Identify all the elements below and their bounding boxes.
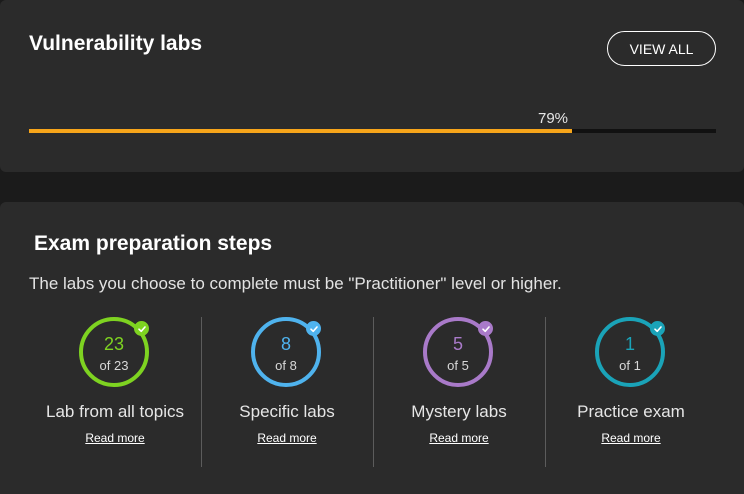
read-more-link[interactable]: Read more xyxy=(29,431,201,445)
step-count: 23 xyxy=(103,334,125,354)
step-specific-labs: 8 of 8 Specific labs Read more xyxy=(201,317,374,467)
step-mystery-labs: 5 of 5 Mystery labs Read more xyxy=(373,317,546,467)
view-all-button[interactable]: VIEW ALL xyxy=(607,31,716,66)
vulnerability-labs-title: Vulnerability labs xyxy=(29,32,203,55)
checkmark-icon xyxy=(650,321,665,336)
step-total: of 1 xyxy=(619,358,641,373)
step-count: 1 xyxy=(624,334,635,354)
checkmark-icon xyxy=(478,321,493,336)
step-label: Mystery labs xyxy=(411,402,507,421)
exam-preparation-title: Exam preparation steps xyxy=(34,232,273,255)
checkmark-icon xyxy=(134,321,149,336)
read-more-link[interactable]: Read more xyxy=(545,431,717,445)
step-label: Specific labs xyxy=(239,402,335,421)
step-total: of 8 xyxy=(275,358,297,373)
progress-percent-label: 79% xyxy=(538,110,569,127)
step-total: of 23 xyxy=(99,358,129,373)
vulnerability-labs-card: Vulnerability labs VIEW ALL 79% xyxy=(0,0,744,172)
step-count: 5 xyxy=(452,334,463,354)
progress-bar-track xyxy=(29,129,716,133)
step-label: Lab from all topics xyxy=(46,402,184,421)
step-lab-from-all-topics: 23 of 23 Lab from all topics Read more xyxy=(29,317,202,467)
read-more-link[interactable]: Read more xyxy=(373,431,545,445)
progress-bar-fill xyxy=(29,129,572,133)
read-more-link[interactable]: Read more xyxy=(201,431,373,445)
exam-preparation-subtitle: The labs you choose to complete must be … xyxy=(29,274,562,293)
checkmark-icon xyxy=(306,321,321,336)
step-total: of 5 xyxy=(447,358,469,373)
step-practice-exam: 1 of 1 Practice exam Read more xyxy=(545,317,717,467)
step-count: 8 xyxy=(280,334,291,354)
step-label: Practice exam xyxy=(577,402,685,421)
